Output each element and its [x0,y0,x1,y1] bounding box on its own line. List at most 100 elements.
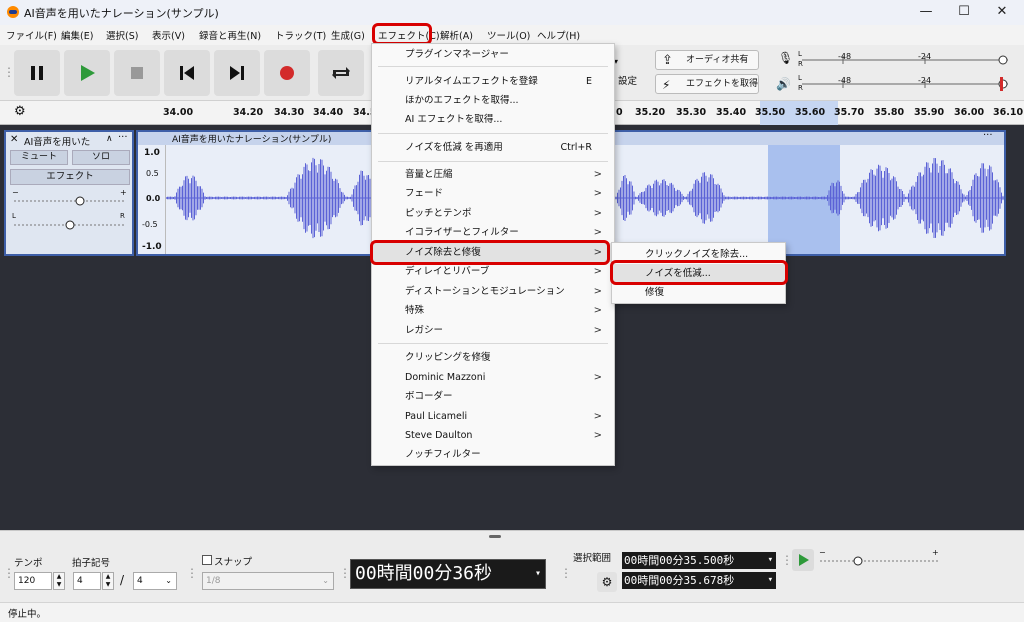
clip-menu-icon[interactable]: ··· [983,130,993,141]
menu-record[interactable]: 録音と再生(N) [199,28,261,42]
y-label: 1.0 [144,148,160,158]
loop-button[interactable] [318,50,364,96]
resize-grip[interactable] [489,535,501,538]
noise-removal-highlight [370,240,610,265]
skip-start-button[interactable] [164,50,210,96]
window-title: AI音声を用いたナレーション(サンプル) [24,7,219,20]
menu-item-paul-licameli[interactable]: Paul Licameli > [372,407,614,426]
menu-file[interactable]: ファイル(F) [6,28,57,42]
track-name[interactable]: AI音声を用いた [24,134,90,148]
ruler-tick: 34.30 [274,107,305,118]
close-button[interactable]: ✕ [984,2,1020,22]
time-sig-numerator[interactable]: 4 [73,572,101,590]
menu-view[interactable]: 表示(V) [152,28,185,42]
menu-analyze[interactable]: 解析(A) [440,28,473,42]
menu-edit[interactable]: 編集(E) [61,28,93,42]
snap-checkbox[interactable] [202,555,212,565]
menu-item-notch-filter[interactable]: ノッチフィルター [372,445,614,464]
record-meter[interactable]: L R -48 -24 [798,50,1012,68]
ruler-tick: 35.20 [635,107,666,118]
status-text: 停止中。 [8,609,47,620]
menu-item-vocoder[interactable]: ボコーダー [372,387,614,406]
meter-l: L [798,50,802,58]
menu-item-steve-daulton[interactable]: Steve Daulton > [372,426,614,445]
y-label: 0.0 [146,194,161,203]
ruler-tick: 35.90 [914,107,945,118]
menu-separator [378,161,608,162]
menu-select[interactable]: 選択(S) [106,28,138,42]
title-bar: AI音声を用いたナレーション(サンプル) — ☐ ✕ [0,0,1024,25]
playback-meter[interactable]: L R -48 -24 [798,74,1012,92]
time-sig-denominator[interactable]: 4 ⌄ [133,572,177,590]
ruler-tick: 34.40 [313,107,344,118]
get-effects-button[interactable]: ⚡ エフェクトを取得 [655,74,759,94]
record-button[interactable] [264,50,310,96]
solo-button[interactable]: ソロ [72,150,130,165]
pan-right-label: R [120,212,125,220]
audio-share-button[interactable]: ⇪ オーディオ共有 [655,50,759,70]
ruler-tick: 35.80 [874,107,905,118]
y-label: -1.0 [142,242,162,252]
menu-tracks[interactable]: トラック(T) [275,28,326,42]
time-sig-slash: / [120,573,125,587]
ruler-tick: 35.30 [676,107,707,118]
gear-icon[interactable]: ⚙ [597,572,617,592]
meter-r: R [798,60,803,68]
menu-separator [378,133,608,134]
y-label: -0.5 [142,220,158,229]
menu-item-repair[interactable]: 修復 [612,283,785,302]
menu-generate[interactable]: 生成(G) [331,28,365,42]
numerator-stepper[interactable]: ▲ ▼ [102,572,114,590]
menu-item-pitch-tempo[interactable]: ピッチとテンポ > [372,204,614,223]
menu-item-dominic-mazzoni[interactable]: Dominic Mazzoni > [372,368,614,387]
play-button[interactable] [64,50,110,96]
collapse-icon[interactable]: ∧ [106,134,113,144]
menu-tools[interactable]: ツール(O) [487,28,530,42]
close-track-icon[interactable]: ✕ [10,134,18,145]
maximize-button[interactable]: ☐ [946,2,982,22]
y-label: 0.5 [146,169,159,178]
share-icon: ⇪ [662,53,673,68]
ruler-tick: 35.60 [795,107,826,118]
status-bar: 停止中。 [0,602,1024,622]
menu-item-plugin-manager[interactable]: プラグインマネージャー [372,45,614,64]
time-display[interactable]: 00時間00分36秒 ▾ [350,559,546,589]
stop-button[interactable] [114,50,160,96]
ruler-tick: 34.20 [233,107,264,118]
gear-icon[interactable]: ⚙ [14,104,26,119]
chevron-down-icon: ▾ [534,568,541,579]
effects-button[interactable]: エフェクト [10,169,130,185]
pan-slider[interactable] [14,220,126,230]
pause-button[interactable] [14,50,60,96]
minimize-button[interactable]: — [908,2,944,22]
menu-item-legacy[interactable]: レガシー > [372,321,614,340]
selection-end[interactable]: 00時間00分35.678秒 ▾ [622,572,776,589]
mute-button[interactable]: ミュート [10,150,68,165]
more-icon[interactable]: ··· [118,132,128,143]
skip-end-button[interactable] [214,50,260,96]
tempo-input[interactable]: 120 [14,572,52,590]
meter-tick: -24 [918,76,932,85]
play-at-speed-button[interactable] [792,549,814,571]
ruler-tick: 36.00 [954,107,985,118]
menu-item-clip-fix[interactable]: クリッピングを修復 [372,348,614,367]
menu-item-repeat-noise-reduction[interactable]: ノイズを低減 を再適用 Ctrl+R [372,138,614,157]
menu-item-get-more-effects[interactable]: ほかのエフェクトを取得... [372,91,614,110]
gain-slider[interactable] [14,196,126,206]
selection-start[interactable]: 00時間00分35.500秒 ▾ [622,552,776,569]
menu-item-fade[interactable]: フェード > [372,184,614,203]
tempo-stepper[interactable]: ▲ ▼ [53,572,65,590]
ruler-tick: 35.40 [716,107,747,118]
snap-select[interactable]: 1/8 ⌄ [202,572,334,590]
playback-speed-slider[interactable] [820,556,938,566]
microphone-icon[interactable]: 🎙 [778,51,793,65]
menu-item-realtime-effects[interactable]: リアルタイムエフェクトを登録 E [372,72,614,91]
menu-item-get-ai-effects[interactable]: AI エフェクトを取得... [372,110,614,129]
menu-item-special[interactable]: 特殊 > [372,301,614,320]
menu-item-distortion-modulation[interactable]: ディストーションとモジュレーション > [372,282,614,301]
menu-help[interactable]: ヘルプ(H) [537,28,580,42]
ruler-tick: 34.00 [163,107,194,118]
menu-bar: ファイル(F) 編集(E) 選択(S) 表示(V) 録音と再生(N) トラック(… [0,23,1024,45]
menu-item-volume-compression[interactable]: 音量と圧縮 > [372,165,614,184]
speaker-icon[interactable]: 🔊 [776,77,791,91]
